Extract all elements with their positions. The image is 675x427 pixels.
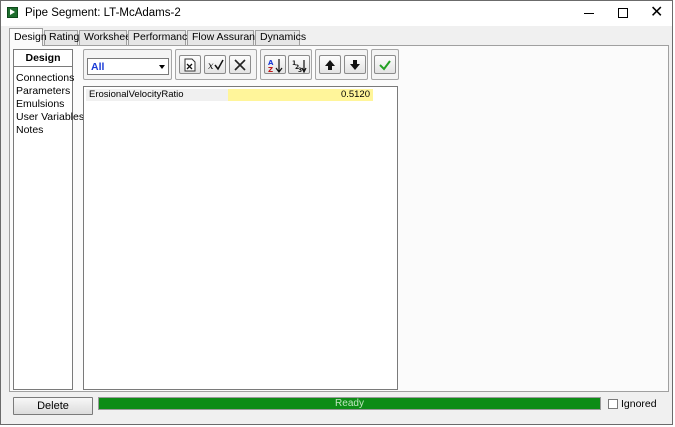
- move-down-icon: [350, 60, 360, 70]
- delete-variable-icon: [234, 59, 246, 71]
- export-excel-icon: [184, 58, 196, 72]
- tab-flow-assurance[interactable]: Flow Assurance: [187, 30, 266, 45]
- sort-tools-group: A Z 1 2 3: [260, 49, 312, 80]
- nav-item-parameters[interactable]: Parameters: [16, 85, 70, 97]
- tab-design[interactable]: Design: [9, 28, 47, 46]
- delete-variable-button[interactable]: [229, 55, 251, 74]
- filter-group: All: [83, 49, 172, 80]
- design-nav-list: Design Connections Parameters Emulsions …: [13, 49, 84, 390]
- filter-dropdown[interactable]: All: [87, 58, 169, 75]
- table-row[interactable]: ErosionalVelocityRatio 0.5120: [86, 89, 373, 101]
- minimize-button[interactable]: [572, 1, 606, 26]
- filter-selected-value: All: [91, 61, 105, 73]
- edit-variable-icon: x: [208, 59, 224, 72]
- move-up-icon: [325, 60, 335, 70]
- pipe-segment-window: Pipe Segment: LT-McAdams-2 ✕ Design Rati…: [0, 0, 673, 425]
- tab-dynamics[interactable]: Dynamics: [255, 30, 306, 45]
- property-name-cell: ErosionalVelocityRatio: [86, 89, 228, 101]
- tab-rating[interactable]: Rating: [44, 30, 79, 45]
- ignored-label: Ignored: [621, 398, 657, 410]
- accept-button[interactable]: [374, 55, 396, 74]
- maximize-icon: [618, 8, 628, 18]
- status-bar: Ready: [98, 397, 601, 410]
- window-title: Pipe Segment: LT-McAdams-2: [25, 7, 181, 19]
- tab-worksheet[interactable]: Worksheet: [79, 30, 134, 45]
- move-tools-group: [315, 49, 368, 80]
- maximize-button[interactable]: [606, 1, 640, 26]
- nav-item-notes[interactable]: Notes: [16, 124, 43, 136]
- delete-button[interactable]: Delete: [13, 397, 93, 415]
- nav-header: Design: [14, 50, 72, 67]
- sort-numerical-button[interactable]: 1 2 3: [288, 55, 310, 74]
- tab-performance[interactable]: Performance: [128, 30, 193, 45]
- property-value-cell[interactable]: 0.5120: [228, 89, 373, 101]
- sort-alphabetical-button[interactable]: A Z: [264, 55, 286, 74]
- move-down-button[interactable]: [344, 55, 366, 74]
- app-icon: [7, 7, 18, 18]
- chevron-down-icon: [159, 65, 165, 69]
- edit-variable-button[interactable]: x: [204, 55, 226, 74]
- sort-numerical-icon: 1 2 3: [292, 60, 307, 73]
- user-variables-grid: ErosionalVelocityRatio 0.5120: [83, 86, 398, 390]
- close-icon: ✕: [650, 2, 664, 21]
- ignored-checkbox[interactable]: [608, 399, 618, 409]
- minimize-icon: [584, 13, 594, 14]
- move-up-button[interactable]: [319, 55, 341, 74]
- nav-item-emulsions[interactable]: Emulsions: [16, 98, 64, 110]
- accept-tools-group: [371, 49, 399, 80]
- export-button[interactable]: [179, 55, 201, 74]
- nav-item-user-variables[interactable]: User Variables: [16, 111, 84, 123]
- title-bar[interactable]: Pipe Segment: LT-McAdams-2 ✕: [1, 1, 672, 26]
- svg-text:3: 3: [298, 67, 302, 73]
- design-tab-panel: Design Connections Parameters Emulsions …: [9, 45, 669, 392]
- sort-alphabetical-icon: A Z: [268, 59, 283, 73]
- edit-tools-group: x: [175, 49, 257, 80]
- close-button[interactable]: ✕: [640, 1, 674, 26]
- svg-text:Z: Z: [268, 66, 273, 73]
- accept-check-icon: [379, 60, 391, 71]
- nav-item-connections[interactable]: Connections: [16, 72, 74, 84]
- svg-text:x: x: [208, 61, 214, 72]
